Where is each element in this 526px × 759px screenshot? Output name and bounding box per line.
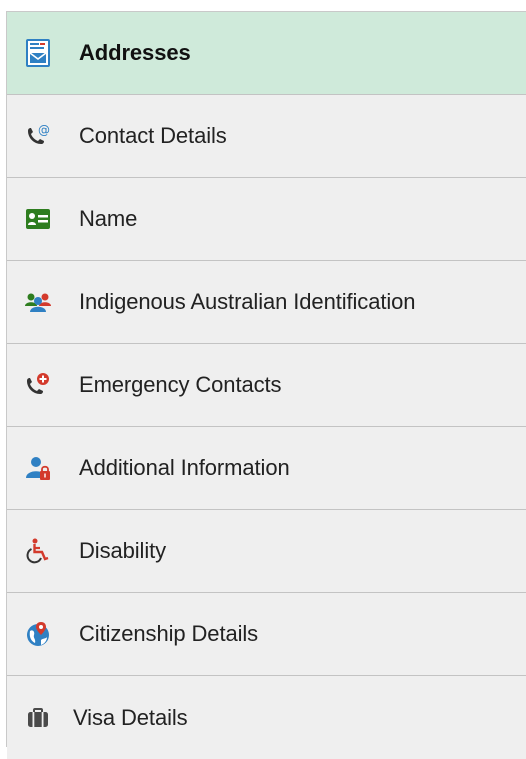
personal-details-nav: Addresses @ Contact Details Name Indigen… (6, 11, 526, 759)
person-lock-icon (25, 455, 51, 481)
wheelchair-icon (25, 538, 51, 564)
name-card-icon (25, 206, 51, 232)
nav-item-citizenship-details[interactable]: Citizenship Details (7, 593, 526, 676)
nav-item-additional-information[interactable]: Additional Information (7, 427, 526, 510)
phone-emergency-icon (25, 372, 51, 398)
nav-item-label: Contact Details (79, 123, 227, 148)
nav-item-label: Citizenship Details (79, 621, 259, 646)
nav-item-label: Name (79, 206, 138, 231)
nav-item-label: Disability (79, 538, 167, 563)
nav-item-label: Addresses (79, 40, 191, 65)
nav-item-addresses[interactable]: Addresses (7, 12, 526, 95)
phone-at-icon: @ (25, 123, 51, 149)
nav-item-disability[interactable]: Disability (7, 510, 526, 593)
address-card-envelope-icon (25, 39, 51, 67)
nav-item-label: Emergency Contacts (79, 372, 282, 397)
nav-item-label: Visa Details (73, 704, 188, 730)
nav-item-name[interactable]: Name (7, 178, 526, 261)
people-group-icon (25, 289, 51, 315)
nav-item-label: Indigenous Australian Identification (79, 289, 416, 314)
svg-text:@: @ (38, 123, 50, 137)
nav-item-contact-details[interactable]: @ Contact Details (7, 95, 526, 178)
nav-item-label: Additional Information (79, 455, 290, 480)
suitcase-icon (25, 705, 51, 731)
globe-pin-icon (25, 621, 51, 647)
nav-item-indigenous-australian-identification[interactable]: Indigenous Australian Identification (7, 261, 526, 344)
nav-item-emergency-contacts[interactable]: Emergency Contacts (7, 344, 526, 427)
